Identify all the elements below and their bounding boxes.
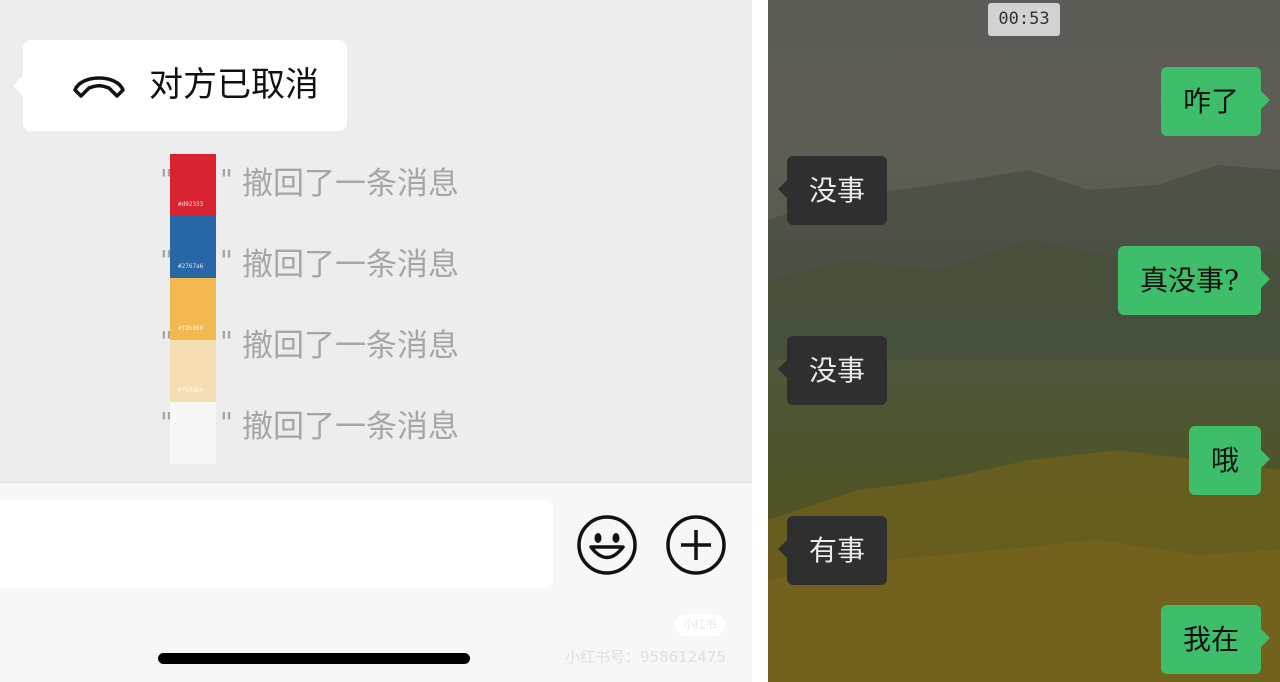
smiley-face-icon[interactable] — [576, 514, 638, 576]
received-message-bubble[interactable]: 没事 — [777, 156, 888, 225]
left-chat-panel: 对方已取消 " " 撤回了一条消息 " " 撤回了一条消息 " " 撤回了一条消… — [0, 0, 752, 682]
color-swatch: #d92333 — [170, 154, 216, 216]
close-quote: " — [220, 406, 233, 439]
color-swatch — [170, 402, 216, 464]
recalled-message-text: 撤回了一条消息 — [242, 328, 459, 364]
recalled-message-text: 撤回了一条消息 — [242, 409, 459, 445]
received-message-bubble[interactable]: 没事 — [777, 336, 888, 405]
hang-up-phone-icon — [73, 76, 125, 98]
watermark-logo: 小红书 — [675, 614, 725, 636]
recalled-message-text: 撤回了一条消息 — [242, 166, 459, 202]
close-quote: " — [220, 163, 233, 196]
recalled-message-text: 撤回了一条消息 — [242, 247, 459, 283]
swatch-hex-label: #d92333 — [178, 201, 204, 208]
swatch-hex-label: #2767a6 — [178, 263, 204, 270]
watermark-id: 小红书号：958612475 — [565, 648, 726, 666]
close-quote: " — [220, 325, 233, 358]
chat-input-bar: 小红书 小红书号：958612475 — [0, 482, 752, 682]
right-chat-panel: 00:53 咋了 没事 真没事? 没事 哦 有事 我在 — [768, 0, 1280, 682]
swatch-hex-label: #f2b950 — [178, 325, 204, 332]
received-message-bubble[interactable]: 有事 — [777, 516, 888, 585]
call-status-text: 对方已取消 — [149, 65, 319, 105]
sent-message-bubble[interactable]: 哦 — [1188, 426, 1271, 495]
color-swatch: #2767a6 — [170, 216, 216, 278]
home-indicator[interactable] — [158, 653, 470, 664]
color-swatch: #f5ddb4 — [170, 340, 216, 402]
plus-circle-icon[interactable] — [665, 514, 727, 576]
color-swatch: #f2b950 — [170, 278, 216, 340]
sent-message-bubble[interactable]: 咋了 — [1160, 67, 1271, 136]
sent-message-bubble[interactable]: 真没事? — [1117, 246, 1271, 315]
sent-message-bubble[interactable]: 我在 — [1160, 605, 1271, 674]
message-input[interactable] — [0, 500, 553, 588]
call-status-bubble[interactable]: 对方已取消 — [13, 40, 347, 131]
close-quote: " — [220, 244, 233, 277]
panel-divider — [752, 0, 768, 682]
timestamp-badge: 00:53 — [988, 3, 1060, 36]
color-palette-strip: #d92333 #2767a6 #f2b950 #f5ddb4 — [170, 154, 216, 464]
swatch-hex-label: #f5ddb4 — [178, 387, 204, 394]
